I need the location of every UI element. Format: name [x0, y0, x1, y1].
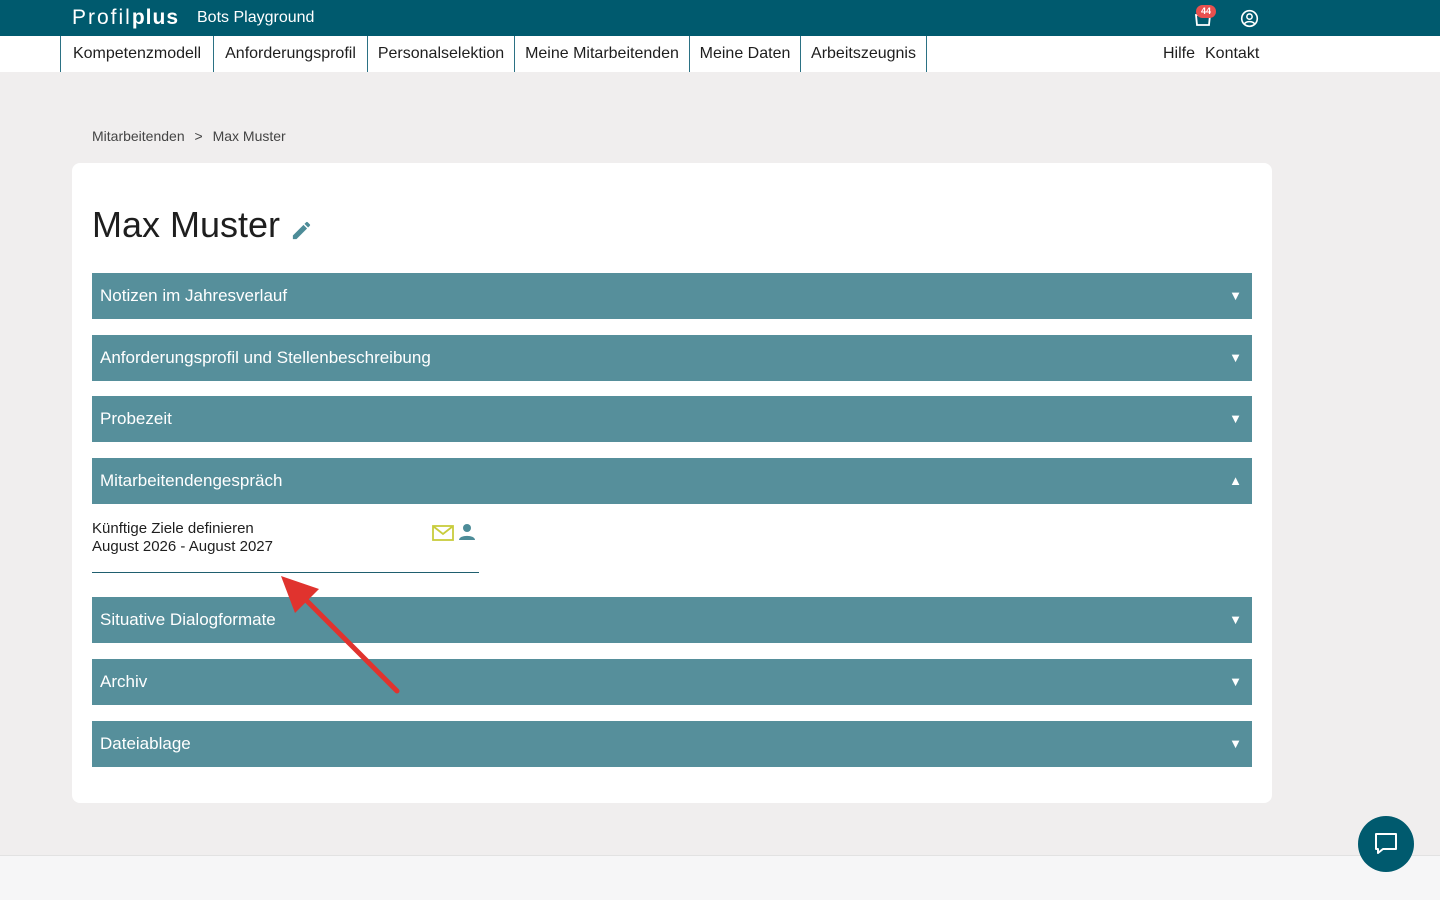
accordion-probezeit[interactable]: Probezeit ▼	[92, 396, 1252, 442]
accordion-label: Notizen im Jahresverlauf	[100, 286, 288, 305]
breadcrumb: Mitarbeitenden > Max Muster	[92, 128, 292, 144]
page-title: Max Muster	[92, 204, 281, 245]
chevron-down-icon: ▼	[1229, 350, 1242, 365]
chevron-up-icon: ▲	[1229, 473, 1242, 488]
cart-badge: 44	[1196, 5, 1216, 18]
workspace-name: Bots Playground	[197, 9, 315, 26]
accordion-notizen[interactable]: Notizen im Jahresverlauf ▼	[92, 273, 1252, 319]
top-bar: Profilplus Bots Playground 44	[0, 0, 1440, 36]
chevron-down-icon: ▼	[1229, 736, 1242, 751]
accordion-label: Archiv	[100, 672, 148, 691]
chevron-down-icon: ▼	[1229, 411, 1242, 426]
accordion-label: Probezeit	[100, 409, 172, 428]
nav-hilfe[interactable]: Hilfe	[1163, 36, 1195, 72]
accordion-label: Anforderungsprofil und Stellenbeschreibu…	[100, 348, 431, 367]
nav-kontakt[interactable]: Kontakt	[1205, 36, 1259, 72]
chat-button[interactable]	[1358, 816, 1414, 872]
logo-text-light: Profil	[72, 6, 132, 29]
main-nav: Kompetenzmodell Anforderungsprofil Perso…	[0, 36, 1440, 72]
breadcrumb-separator: >	[194, 128, 203, 144]
nav-meine-mitarbeitenden[interactable]: Meine Mitarbeitenden	[514, 36, 689, 72]
chat-icon	[1375, 833, 1397, 854]
accordion-dateiablage[interactable]: Dateiablage ▼	[92, 721, 1252, 767]
chevron-down-icon: ▼	[1229, 612, 1242, 627]
pencil-icon[interactable]	[290, 219, 313, 242]
nav-arbeitszeugnis[interactable]: Arbeitszeugnis	[800, 36, 926, 72]
breadcrumb-parent[interactable]: Mitarbeitenden	[92, 128, 185, 144]
chevron-down-icon: ▼	[1229, 674, 1242, 689]
nav-meine-daten[interactable]: Meine Daten	[689, 36, 800, 72]
annotation-arrow-icon	[281, 576, 400, 694]
person-icon[interactable]	[458, 523, 476, 541]
account-icon[interactable]	[1240, 9, 1259, 28]
nav-personalselektion[interactable]: Personalselektion	[367, 36, 514, 72]
accordion-anforderungsprofil[interactable]: Anforderungsprofil und Stellenbeschreibu…	[92, 335, 1252, 381]
breadcrumb-current: Max Muster	[212, 128, 286, 144]
logo-text-bold: plus	[131, 6, 180, 29]
footer	[0, 855, 1440, 900]
accordion-label: Mitarbeitendengespräch	[100, 471, 283, 490]
accordion-archiv[interactable]: Archiv ▼	[92, 659, 1252, 705]
nav-kompetenzmodell[interactable]: Kompetenzmodell	[60, 36, 213, 72]
mail-icon[interactable]	[432, 525, 454, 541]
chevron-down-icon: ▼	[1229, 288, 1242, 303]
entry-title: Künftige Ziele definieren	[92, 520, 254, 537]
entry-date-range: August 2026 - August 2027	[92, 538, 273, 555]
accordion-mitarbeitendengespraech[interactable]: Mitarbeitendengespräch ▲	[92, 458, 1252, 504]
nav-anforderungsprofil[interactable]: Anforderungsprofil	[213, 36, 367, 72]
accordion-label: Situative Dialogformate	[100, 610, 276, 629]
accordion-label: Dateiablage	[100, 734, 191, 753]
nav-divider	[926, 36, 927, 72]
accordion-situative-dialogformate[interactable]: Situative Dialogformate ▼	[92, 597, 1252, 643]
app-logo[interactable]: Profilplus	[72, 6, 179, 30]
